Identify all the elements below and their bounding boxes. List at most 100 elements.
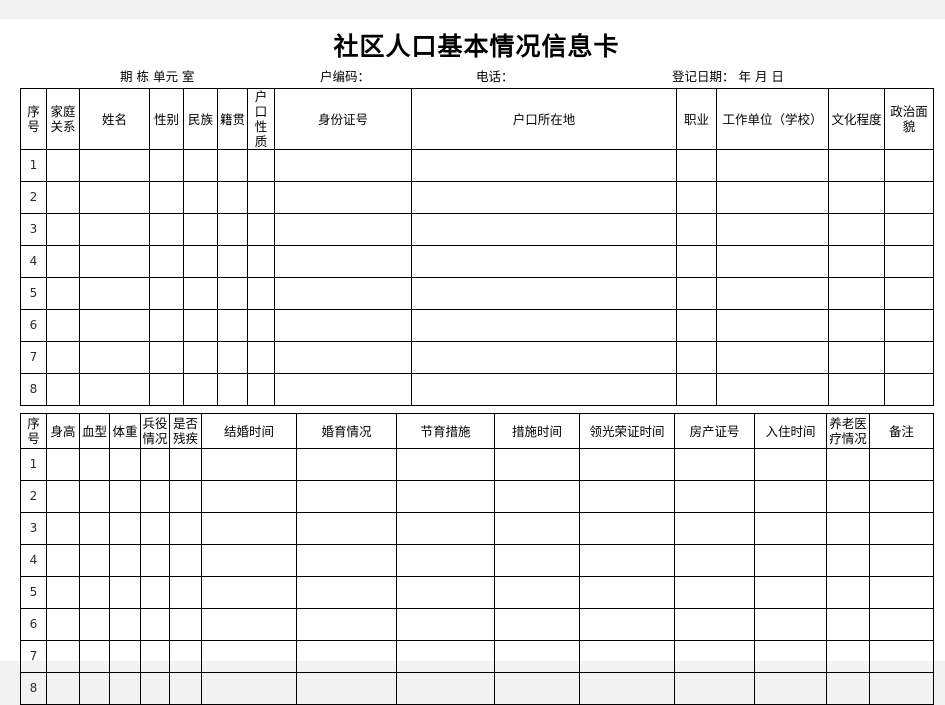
cell-height[interactable] bbox=[46, 480, 80, 513]
cell-move-in-date[interactable] bbox=[754, 512, 827, 545]
cell-disability[interactable] bbox=[169, 672, 202, 705]
cell-id-number[interactable] bbox=[274, 213, 412, 246]
cell-marriage-childbirth[interactable] bbox=[296, 512, 397, 545]
cell-weight[interactable] bbox=[109, 544, 141, 577]
cell-political-status[interactable] bbox=[884, 149, 934, 182]
cell-gender[interactable] bbox=[149, 373, 184, 406]
cell-property-certificate[interactable] bbox=[674, 608, 755, 641]
cell-education[interactable] bbox=[828, 373, 885, 406]
cell-ethnicity[interactable] bbox=[183, 181, 218, 214]
cell-method-date[interactable] bbox=[494, 608, 580, 641]
cell-gender[interactable] bbox=[149, 245, 184, 278]
cell-political-status[interactable] bbox=[884, 213, 934, 246]
cell-marriage-date[interactable] bbox=[201, 608, 297, 641]
cell-family-relation[interactable] bbox=[46, 149, 80, 182]
cell-method-date[interactable] bbox=[494, 512, 580, 545]
cell-native-place[interactable] bbox=[217, 277, 248, 310]
cell-disability[interactable] bbox=[169, 544, 202, 577]
cell-military-service[interactable] bbox=[140, 480, 170, 513]
cell-remarks[interactable] bbox=[869, 672, 934, 705]
cell-property-certificate[interactable] bbox=[674, 672, 755, 705]
cell-ethnicity[interactable] bbox=[183, 213, 218, 246]
cell-contraception-method[interactable] bbox=[396, 480, 495, 513]
cell-name[interactable] bbox=[79, 277, 150, 310]
cell-native-place[interactable] bbox=[217, 245, 248, 278]
cell-hukou-type[interactable] bbox=[247, 309, 275, 342]
cell-military-service[interactable] bbox=[140, 640, 170, 673]
cell-honor-certificate-date[interactable] bbox=[579, 672, 675, 705]
cell-honor-certificate-date[interactable] bbox=[579, 608, 675, 641]
cell-pension-medical[interactable] bbox=[826, 576, 870, 609]
cell-index[interactable]: 2 bbox=[20, 480, 47, 513]
cell-hukou-location[interactable] bbox=[411, 181, 677, 214]
cell-method-date[interactable] bbox=[494, 640, 580, 673]
cell-occupation[interactable] bbox=[676, 213, 717, 246]
cell-contraception-method[interactable] bbox=[396, 576, 495, 609]
cell-property-certificate[interactable] bbox=[674, 576, 755, 609]
cell-ethnicity[interactable] bbox=[183, 341, 218, 374]
cell-occupation[interactable] bbox=[676, 181, 717, 214]
cell-native-place[interactable] bbox=[217, 149, 248, 182]
cell-index[interactable]: 6 bbox=[20, 608, 47, 641]
cell-military-service[interactable] bbox=[140, 608, 170, 641]
cell-pension-medical[interactable] bbox=[826, 448, 870, 481]
cell-family-relation[interactable] bbox=[46, 373, 80, 406]
cell-military-service[interactable] bbox=[140, 576, 170, 609]
cell-political-status[interactable] bbox=[884, 373, 934, 406]
cell-move-in-date[interactable] bbox=[754, 640, 827, 673]
cell-pension-medical[interactable] bbox=[826, 608, 870, 641]
cell-contraception-method[interactable] bbox=[396, 544, 495, 577]
cell-hukou-type[interactable] bbox=[247, 149, 275, 182]
cell-ethnicity[interactable] bbox=[183, 245, 218, 278]
cell-weight[interactable] bbox=[109, 576, 141, 609]
cell-pension-medical[interactable] bbox=[826, 640, 870, 673]
cell-remarks[interactable] bbox=[869, 512, 934, 545]
cell-disability[interactable] bbox=[169, 576, 202, 609]
cell-workplace[interactable] bbox=[716, 149, 829, 182]
cell-property-certificate[interactable] bbox=[674, 640, 755, 673]
cell-workplace[interactable] bbox=[716, 245, 829, 278]
cell-property-certificate[interactable] bbox=[674, 480, 755, 513]
cell-hukou-type[interactable] bbox=[247, 277, 275, 310]
cell-move-in-date[interactable] bbox=[754, 448, 827, 481]
cell-gender[interactable] bbox=[149, 277, 184, 310]
cell-hukou-location[interactable] bbox=[411, 309, 677, 342]
cell-id-number[interactable] bbox=[274, 245, 412, 278]
cell-political-status[interactable] bbox=[884, 341, 934, 374]
cell-blood-type[interactable] bbox=[79, 640, 110, 673]
cell-index[interactable]: 4 bbox=[20, 245, 47, 278]
cell-native-place[interactable] bbox=[217, 213, 248, 246]
cell-weight[interactable] bbox=[109, 672, 141, 705]
cell-ethnicity[interactable] bbox=[183, 309, 218, 342]
cell-hukou-location[interactable] bbox=[411, 213, 677, 246]
cell-marriage-date[interactable] bbox=[201, 576, 297, 609]
cell-hukou-location[interactable] bbox=[411, 373, 677, 406]
cell-disability[interactable] bbox=[169, 448, 202, 481]
cell-id-number[interactable] bbox=[274, 149, 412, 182]
cell-id-number[interactable] bbox=[274, 181, 412, 214]
cell-education[interactable] bbox=[828, 309, 885, 342]
cell-honor-certificate-date[interactable] bbox=[579, 448, 675, 481]
cell-name[interactable] bbox=[79, 373, 150, 406]
cell-workplace[interactable] bbox=[716, 373, 829, 406]
cell-blood-type[interactable] bbox=[79, 448, 110, 481]
cell-weight[interactable] bbox=[109, 640, 141, 673]
cell-native-place[interactable] bbox=[217, 309, 248, 342]
cell-family-relation[interactable] bbox=[46, 341, 80, 374]
cell-occupation[interactable] bbox=[676, 245, 717, 278]
cell-remarks[interactable] bbox=[869, 608, 934, 641]
cell-method-date[interactable] bbox=[494, 480, 580, 513]
cell-index[interactable]: 3 bbox=[20, 512, 47, 545]
cell-contraception-method[interactable] bbox=[396, 640, 495, 673]
cell-marriage-date[interactable] bbox=[201, 512, 297, 545]
cell-id-number[interactable] bbox=[274, 341, 412, 374]
cell-marriage-childbirth[interactable] bbox=[296, 672, 397, 705]
cell-military-service[interactable] bbox=[140, 512, 170, 545]
cell-family-relation[interactable] bbox=[46, 213, 80, 246]
cell-blood-type[interactable] bbox=[79, 544, 110, 577]
cell-marriage-date[interactable] bbox=[201, 640, 297, 673]
cell-marriage-childbirth[interactable] bbox=[296, 480, 397, 513]
cell-index[interactable]: 4 bbox=[20, 544, 47, 577]
cell-id-number[interactable] bbox=[274, 277, 412, 310]
cell-disability[interactable] bbox=[169, 480, 202, 513]
